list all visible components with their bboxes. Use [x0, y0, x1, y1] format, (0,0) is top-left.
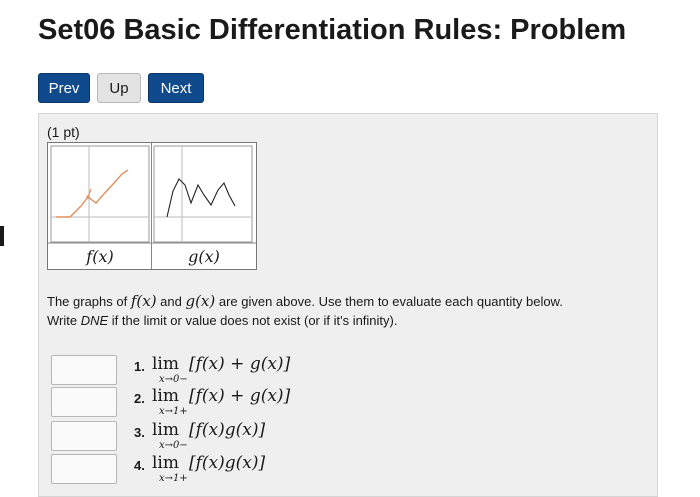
lim-subscript: x→1+ — [159, 473, 188, 484]
g-caption: g(x) — [188, 247, 220, 266]
question-number: 3. — [134, 425, 145, 440]
lim-expression: [f(x)g(x)] — [189, 453, 266, 473]
points-label: (1 pt) — [47, 124, 80, 140]
up-button[interactable]: Up — [97, 73, 141, 103]
lim-subscript: x→1+ — [159, 406, 188, 417]
answer-input-1[interactable] — [51, 355, 117, 385]
question-number: 1. — [134, 359, 145, 374]
lim-symbol: lim — [152, 354, 179, 374]
instr-text: Write — [47, 313, 81, 328]
lim-subscript: x→0− — [159, 440, 188, 451]
lim-subscript: x→0− — [159, 374, 188, 385]
instr-g: g(x) — [185, 292, 216, 310]
next-button[interactable]: Next — [148, 73, 204, 103]
instr-text: are given above. Use them to evaluate ea… — [215, 294, 563, 309]
lim-expression: [f(x) + g(x)] — [189, 386, 291, 406]
instr-dne: DNE — [80, 313, 109, 328]
f-point — [86, 195, 90, 199]
prev-button[interactable]: Prev — [38, 73, 90, 103]
lim-symbol: lim — [152, 386, 179, 406]
instr-text: and — [156, 294, 186, 309]
question-number: 2. — [134, 391, 145, 406]
f-graph-frame — [50, 145, 150, 243]
page-title: Set06 Basic Differentiation Rules: Probl… — [38, 14, 627, 46]
instr-f: f(x) — [130, 292, 157, 310]
lim-symbol: lim — [152, 453, 179, 473]
graph-table: f(x) g(x) — [47, 142, 257, 270]
lim-symbol: lim — [152, 420, 179, 440]
answer-input-2[interactable] — [51, 387, 117, 417]
f-graph — [50, 145, 150, 243]
side-tab-marker — [0, 226, 4, 246]
lim-expression: [f(x)g(x)] — [189, 420, 266, 440]
answer-input-3[interactable] — [51, 421, 117, 451]
f-caption: f(x) — [86, 247, 114, 266]
instr-text: The graphs of — [47, 294, 131, 309]
instructions: The graphs of f(x) and g(x) are given ab… — [47, 292, 647, 330]
instr-text: if the limit or value does not exist (or… — [108, 313, 398, 328]
lim-expression: [f(x) + g(x)] — [189, 354, 291, 374]
answer-input-4[interactable] — [51, 454, 117, 484]
g-graph — [153, 145, 253, 243]
problem-nav: Prev Up Next — [38, 73, 204, 103]
question-number: 4. — [134, 458, 145, 473]
problem-panel: (1 pt) f(x) g(x) The graphs of f(x) and … — [38, 113, 658, 497]
